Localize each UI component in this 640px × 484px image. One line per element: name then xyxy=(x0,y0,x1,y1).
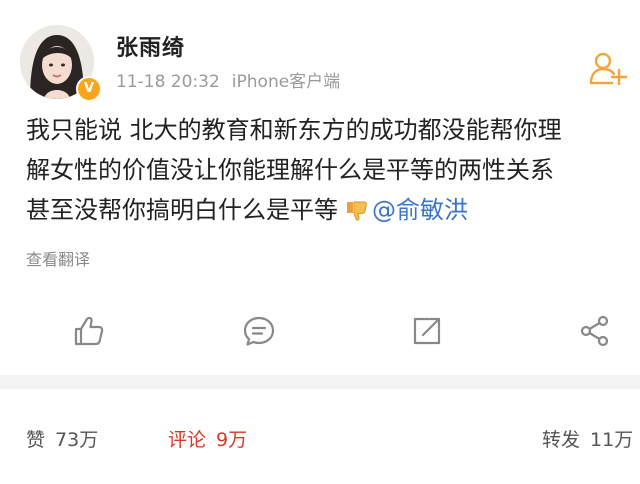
like-stat-tab[interactable]: 赞 73万 xyxy=(26,425,98,452)
repost-label: 转发 xyxy=(542,429,581,451)
comment-label: 评论 xyxy=(168,429,207,451)
comment-stat-tab[interactable]: 评论 9万 xyxy=(168,425,247,452)
comment-icon xyxy=(243,316,275,346)
translate-link[interactable]: 查看翻译 xyxy=(26,246,90,270)
section-divider xyxy=(0,375,640,389)
like-label: 赞 xyxy=(26,429,46,451)
post-content-line: 我只能说 北大的教育和新东方的成功都没能帮你理 xyxy=(26,116,562,144)
verified-badge-icon: V xyxy=(76,76,102,102)
mention-link[interactable]: @俞敏洪 xyxy=(372,196,468,224)
comment-count: 9万 xyxy=(216,429,248,451)
post-meta: 11-18 20:32 iPhone客户端 xyxy=(116,67,340,92)
action-bar xyxy=(0,300,640,360)
post-content-line: 甚至没帮你搞明白什么是平等 @俞敏洪 xyxy=(26,190,638,234)
share-button[interactable] xyxy=(578,314,612,348)
follow-button[interactable] xyxy=(588,50,628,86)
post-content-text: 甚至没帮你搞明白什么是平等 xyxy=(26,196,338,224)
thumbs-down-emoji-icon xyxy=(344,194,370,234)
repost-stat-tab[interactable]: 转发 11万 xyxy=(542,425,633,452)
stats-bar: 赞 73万 评论 9万 转发 11万 xyxy=(0,389,640,484)
like-button[interactable] xyxy=(72,314,106,348)
like-count: 73万 xyxy=(55,429,99,451)
post-time: 11-18 20:32 xyxy=(116,72,220,92)
add-user-icon xyxy=(589,52,628,86)
share-arrow-icon xyxy=(413,317,441,345)
weibo-post-card: V 张雨绮 11-18 20:32 iPhone客户端 我只能说 北大的教育和新东… xyxy=(0,0,640,375)
repost-count: 11万 xyxy=(590,429,634,451)
share-icon xyxy=(580,315,609,347)
thumbs-up-icon xyxy=(74,316,104,346)
username[interactable]: 张雨绮 xyxy=(116,30,185,62)
post-content-line: 解女性的价值没让你能理解什么是平等的两性关系 xyxy=(26,156,554,184)
repost-button[interactable] xyxy=(410,314,444,348)
post-source: iPhone客户端 xyxy=(231,72,341,92)
comment-button[interactable] xyxy=(242,314,276,348)
post-content: 我只能说 北大的教育和新东方的成功都没能帮你理 解女性的价值没让你能理解什么是平… xyxy=(26,110,638,234)
